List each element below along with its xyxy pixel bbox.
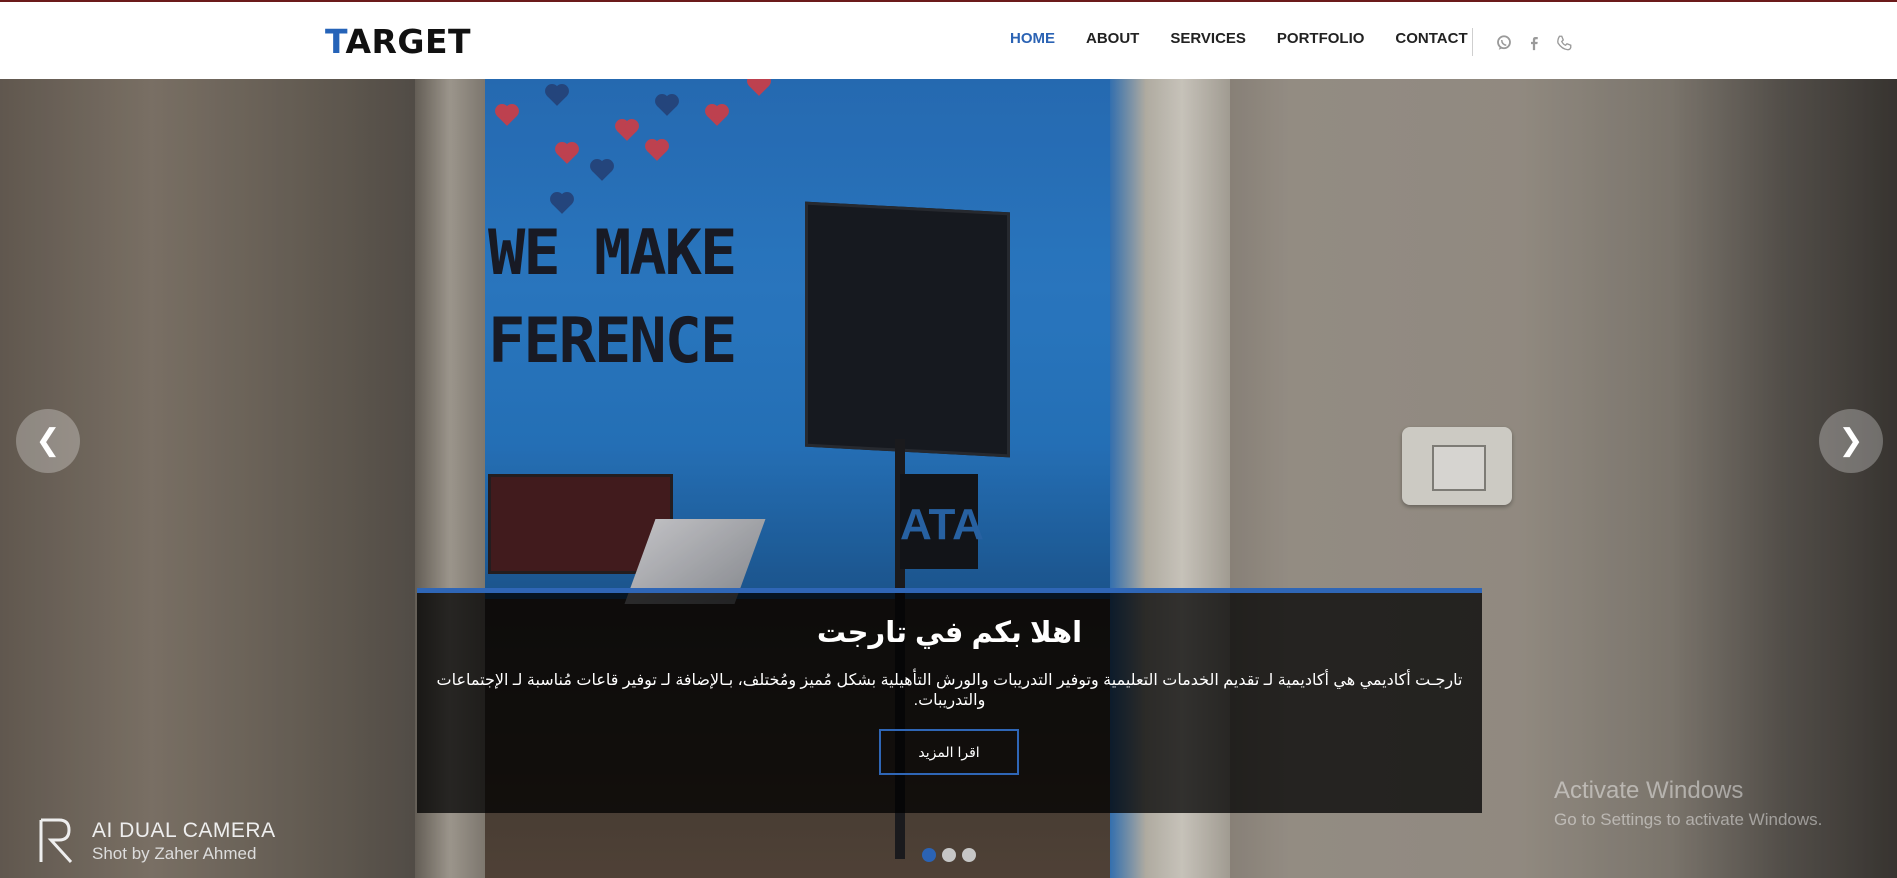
read-more-button[interactable]: اقرا المزيد	[879, 729, 1019, 775]
nav-contact[interactable]: CONTACT	[1395, 30, 1467, 47]
camera-watermark-credit: Shot by Zaher Ahmed	[92, 844, 257, 863]
windows-activation-subtitle: Go to Settings to activate Windows.	[1554, 810, 1823, 829]
caption-title: اهلا بكم في تارجت	[816, 617, 1083, 649]
whatsapp-icon[interactable]	[1495, 34, 1513, 52]
nav-home[interactable]: HOME	[1010, 30, 1055, 47]
carousel-next-button[interactable]: ❯	[1819, 409, 1883, 473]
nav-about[interactable]: ABOUT	[1086, 30, 1139, 47]
nav-divider	[1472, 28, 1473, 56]
windows-activation-title: Activate Windows	[1554, 777, 1744, 804]
main-nav: HOME ABOUT SERVICES PORTFOLIO CONTACT	[1010, 30, 1499, 47]
logo-initial: T	[325, 22, 346, 61]
chevron-left-icon: ❮	[35, 424, 61, 457]
carousel-dot-1[interactable]	[922, 848, 936, 862]
carousel-indicators	[922, 848, 982, 862]
site-header: TARGET HOME ABOUT SERVICES PORTFOLIO CON…	[0, 2, 1897, 79]
carousel-dot-3[interactable]	[962, 848, 976, 862]
carousel-dot-2[interactable]	[942, 848, 956, 862]
site-logo[interactable]: TARGET	[325, 22, 471, 61]
camera-brand-logo	[39, 818, 73, 864]
slide-caption: اهلا بكم في تارجت تارجـت أكاديمي هي أكاد…	[417, 588, 1482, 813]
nav-services[interactable]: SERVICES	[1170, 30, 1246, 47]
carousel-prev-button[interactable]: ❮	[16, 409, 80, 473]
logo-rest: ARGET	[345, 22, 472, 61]
phone-icon[interactable]	[1555, 34, 1573, 52]
hero-carousel: WE MAKE FERENCE ATA ❮ ❯ اهلا بكم في تارج…	[0, 79, 1897, 878]
caption-text: تارجـت أكاديمي هي أكاديمية لـ تقديم الخد…	[436, 672, 1463, 709]
facebook-icon[interactable]	[1525, 34, 1543, 52]
camera-watermark-title: AI DUAL CAMERA	[92, 819, 276, 842]
chevron-right-icon: ❯	[1838, 424, 1864, 457]
nav-portfolio[interactable]: PORTFOLIO	[1277, 30, 1365, 47]
